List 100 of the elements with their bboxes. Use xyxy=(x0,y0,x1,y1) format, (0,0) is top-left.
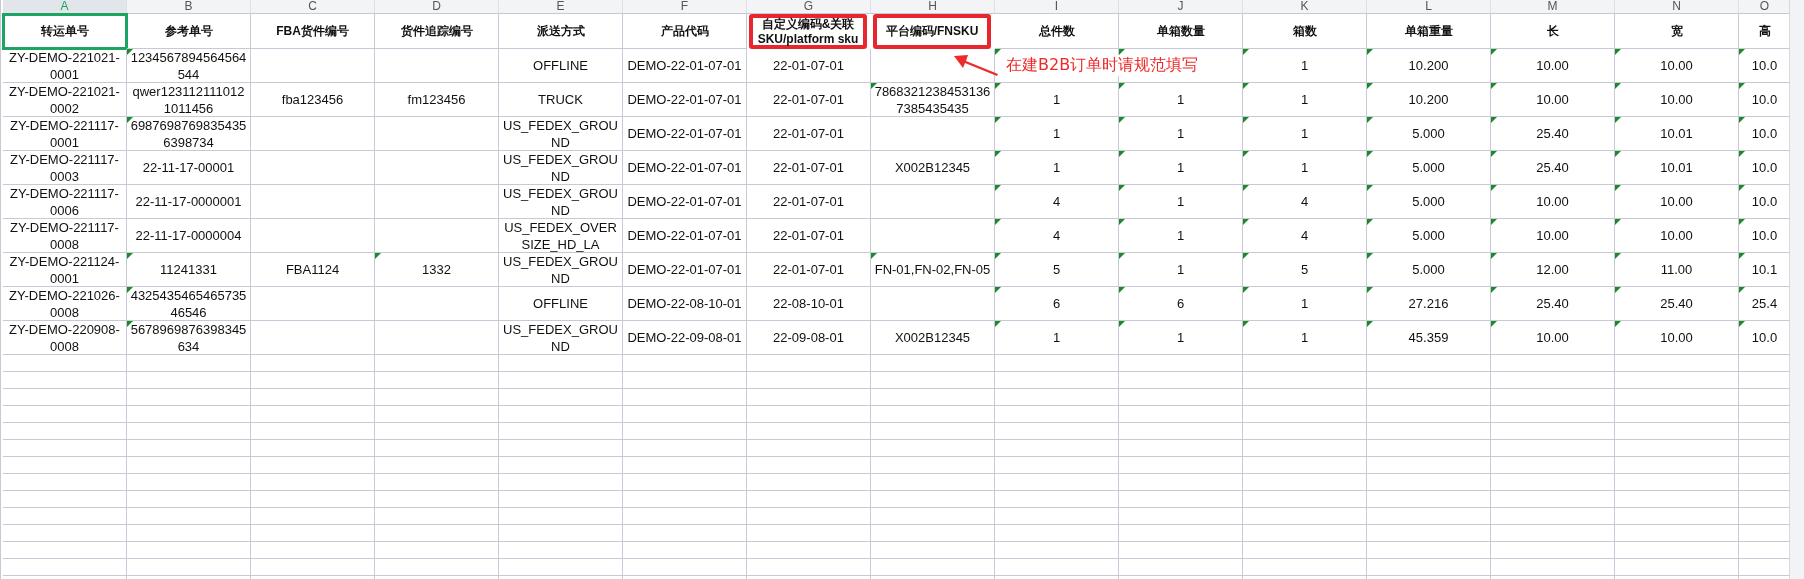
table-cell: 22-01-07-01 xyxy=(747,117,871,151)
table-cell: 1 xyxy=(1119,321,1243,355)
table-cell: 45.359 xyxy=(1367,321,1491,355)
table-cell: 5.000 xyxy=(1367,117,1491,151)
table-cell: 5.000 xyxy=(1367,151,1491,185)
table-cell: ZY-DEMO-221117-0003 xyxy=(3,151,127,185)
table-cell: fba123456 xyxy=(251,83,375,117)
table-cell: 1 xyxy=(1243,83,1367,117)
table-cell: fm123456 xyxy=(375,83,499,117)
table-cell: 1 xyxy=(1243,321,1367,355)
table-cell: 78683212384531367385435435 xyxy=(871,83,995,117)
table-cell: 10.00 xyxy=(1615,49,1739,83)
table-cell: 22-01-07-01 xyxy=(747,253,871,287)
column-letter[interactable]: B xyxy=(127,0,251,13)
table-cell: 11.00 xyxy=(1615,253,1739,287)
table-cell: 10.00 xyxy=(1491,49,1615,83)
table-cell: 22-11-17-0000001 xyxy=(127,185,251,219)
table-cell: 12.00 xyxy=(1491,253,1615,287)
table-cell: 10.00 xyxy=(1491,83,1615,117)
table-cell: DEMO-22-01-07-01 xyxy=(623,83,747,117)
table-cell: DEMO-22-01-07-01 xyxy=(623,185,747,219)
column-header[interactable]: 派送方式 xyxy=(499,14,623,49)
table-cell: 10.00 xyxy=(1615,83,1739,117)
column-letter[interactable]: L xyxy=(1367,0,1491,13)
column-header[interactable]: 参考单号 xyxy=(127,14,251,49)
column-letter[interactable]: C xyxy=(251,0,375,13)
table-cell: 432543546546573546546 xyxy=(127,287,251,321)
column-letter[interactable]: M xyxy=(1491,0,1615,13)
table-cell: 69876987698354356398734 xyxy=(127,117,251,151)
table-cell: DEMO-22-01-07-01 xyxy=(623,219,747,253)
scrollbar[interactable] xyxy=(1789,0,1804,579)
table-cell: qwer1231121110121011456 xyxy=(127,83,251,117)
column-letter[interactable]: E xyxy=(499,0,623,13)
column-header[interactable]: 产品代码 xyxy=(623,14,747,49)
table-cell: 22-01-07-01 xyxy=(747,49,871,83)
table-cell: FN-01,FN-02,FN-05 xyxy=(871,253,995,287)
table-cell: 10.00 xyxy=(1615,321,1739,355)
table-cell: ZY-DEMO-221117-0006 xyxy=(3,185,127,219)
table-cell: 22-11-17-00001 xyxy=(127,151,251,185)
table-cell: DEMO-22-01-07-01 xyxy=(623,151,747,185)
table-cell: 5.000 xyxy=(1367,253,1491,287)
table-cell: 22-01-07-01 xyxy=(747,219,871,253)
table-cell: 1 xyxy=(995,83,1119,117)
table-cell: 22-01-07-01 xyxy=(747,151,871,185)
table-cell: 10.00 xyxy=(1615,185,1739,219)
table-cell: X002B12345 xyxy=(871,151,995,185)
column-letter[interactable]: F xyxy=(623,0,747,13)
table-cell: 25.40 xyxy=(1491,117,1615,151)
column-header[interactable]: 自定义编码&关联SKU/platform sku xyxy=(749,14,867,49)
table-cell: 10.00 xyxy=(1615,219,1739,253)
table-cell: 6 xyxy=(995,287,1119,321)
table-cell: 1 xyxy=(995,321,1119,355)
table-cell: OFFLINE xyxy=(499,287,623,321)
column-letter[interactable]: H xyxy=(871,0,995,13)
table-cell: ZY-DEMO-220908-0008 xyxy=(3,321,127,355)
table-cell: 4 xyxy=(1243,185,1367,219)
column-header[interactable]: FBA货件编号 xyxy=(251,14,375,49)
column-header[interactable]: 宽 xyxy=(1615,14,1739,49)
column-letter[interactable]: K xyxy=(1243,0,1367,13)
column-letter[interactable]: G xyxy=(747,0,871,13)
annotation-text: 在建B2B订单时请规范填写 xyxy=(1006,54,1199,76)
table-cell: ZY-DEMO-221026-0008 xyxy=(3,287,127,321)
column-header[interactable]: 单箱数量 xyxy=(1119,14,1243,49)
column-header[interactable]: 箱数 xyxy=(1243,14,1367,49)
table-cell: 25.40 xyxy=(1491,287,1615,321)
table-cell: 11241331 xyxy=(127,253,251,287)
table-cell: 10.200 xyxy=(1367,83,1491,117)
table-cell: ZY-DEMO-221124-0001 xyxy=(3,253,127,287)
table-cell: US_FEDEX_GROUND xyxy=(499,253,623,287)
table-cell: TRUCK xyxy=(499,83,623,117)
table-cell: 1 xyxy=(1119,219,1243,253)
table-cell: US_FEDEX_OVERSIZE_HD_LA xyxy=(499,219,623,253)
table-cell: 10.00 xyxy=(1491,185,1615,219)
column-letter[interactable]: J xyxy=(1119,0,1243,13)
column-header[interactable]: 转运单号 xyxy=(3,14,127,49)
column-header[interactable]: 单箱重量 xyxy=(1367,14,1491,49)
column-header[interactable]: 总件数 xyxy=(995,14,1119,49)
column-header[interactable]: 货件追踪编号 xyxy=(375,14,499,49)
table-cell: ZY-DEMO-221117-0001 xyxy=(3,117,127,151)
table-cell: 22-09-08-01 xyxy=(747,321,871,355)
column-letter[interactable]: D xyxy=(375,0,499,13)
column-header[interactable]: 长 xyxy=(1491,14,1615,49)
table-cell: DEMO-22-01-07-01 xyxy=(623,117,747,151)
table-cell: 1 xyxy=(1243,117,1367,151)
table-cell: 5.000 xyxy=(1367,219,1491,253)
table-cell: US_FEDEX_GROUND xyxy=(499,185,623,219)
table-cell: 1 xyxy=(1243,287,1367,321)
table-cell: 22-11-17-0000004 xyxy=(127,219,251,253)
table-cell: 1 xyxy=(1119,151,1243,185)
table-cell: 22-08-10-01 xyxy=(747,287,871,321)
table-cell: 10.00 xyxy=(1491,321,1615,355)
pointer-arrow xyxy=(952,52,1000,78)
table-cell: ZY-DEMO-221021-0002 xyxy=(3,83,127,117)
table-cell: DEMO-22-09-08-01 xyxy=(623,321,747,355)
column-letter[interactable]: I xyxy=(995,0,1119,13)
table-cell: 25.40 xyxy=(1615,287,1739,321)
column-letter[interactable]: N xyxy=(1615,0,1739,13)
table-cell: 5.000 xyxy=(1367,185,1491,219)
column-header[interactable]: 平台编码/FNSKU xyxy=(873,14,991,49)
table-cell: 5 xyxy=(1243,253,1367,287)
